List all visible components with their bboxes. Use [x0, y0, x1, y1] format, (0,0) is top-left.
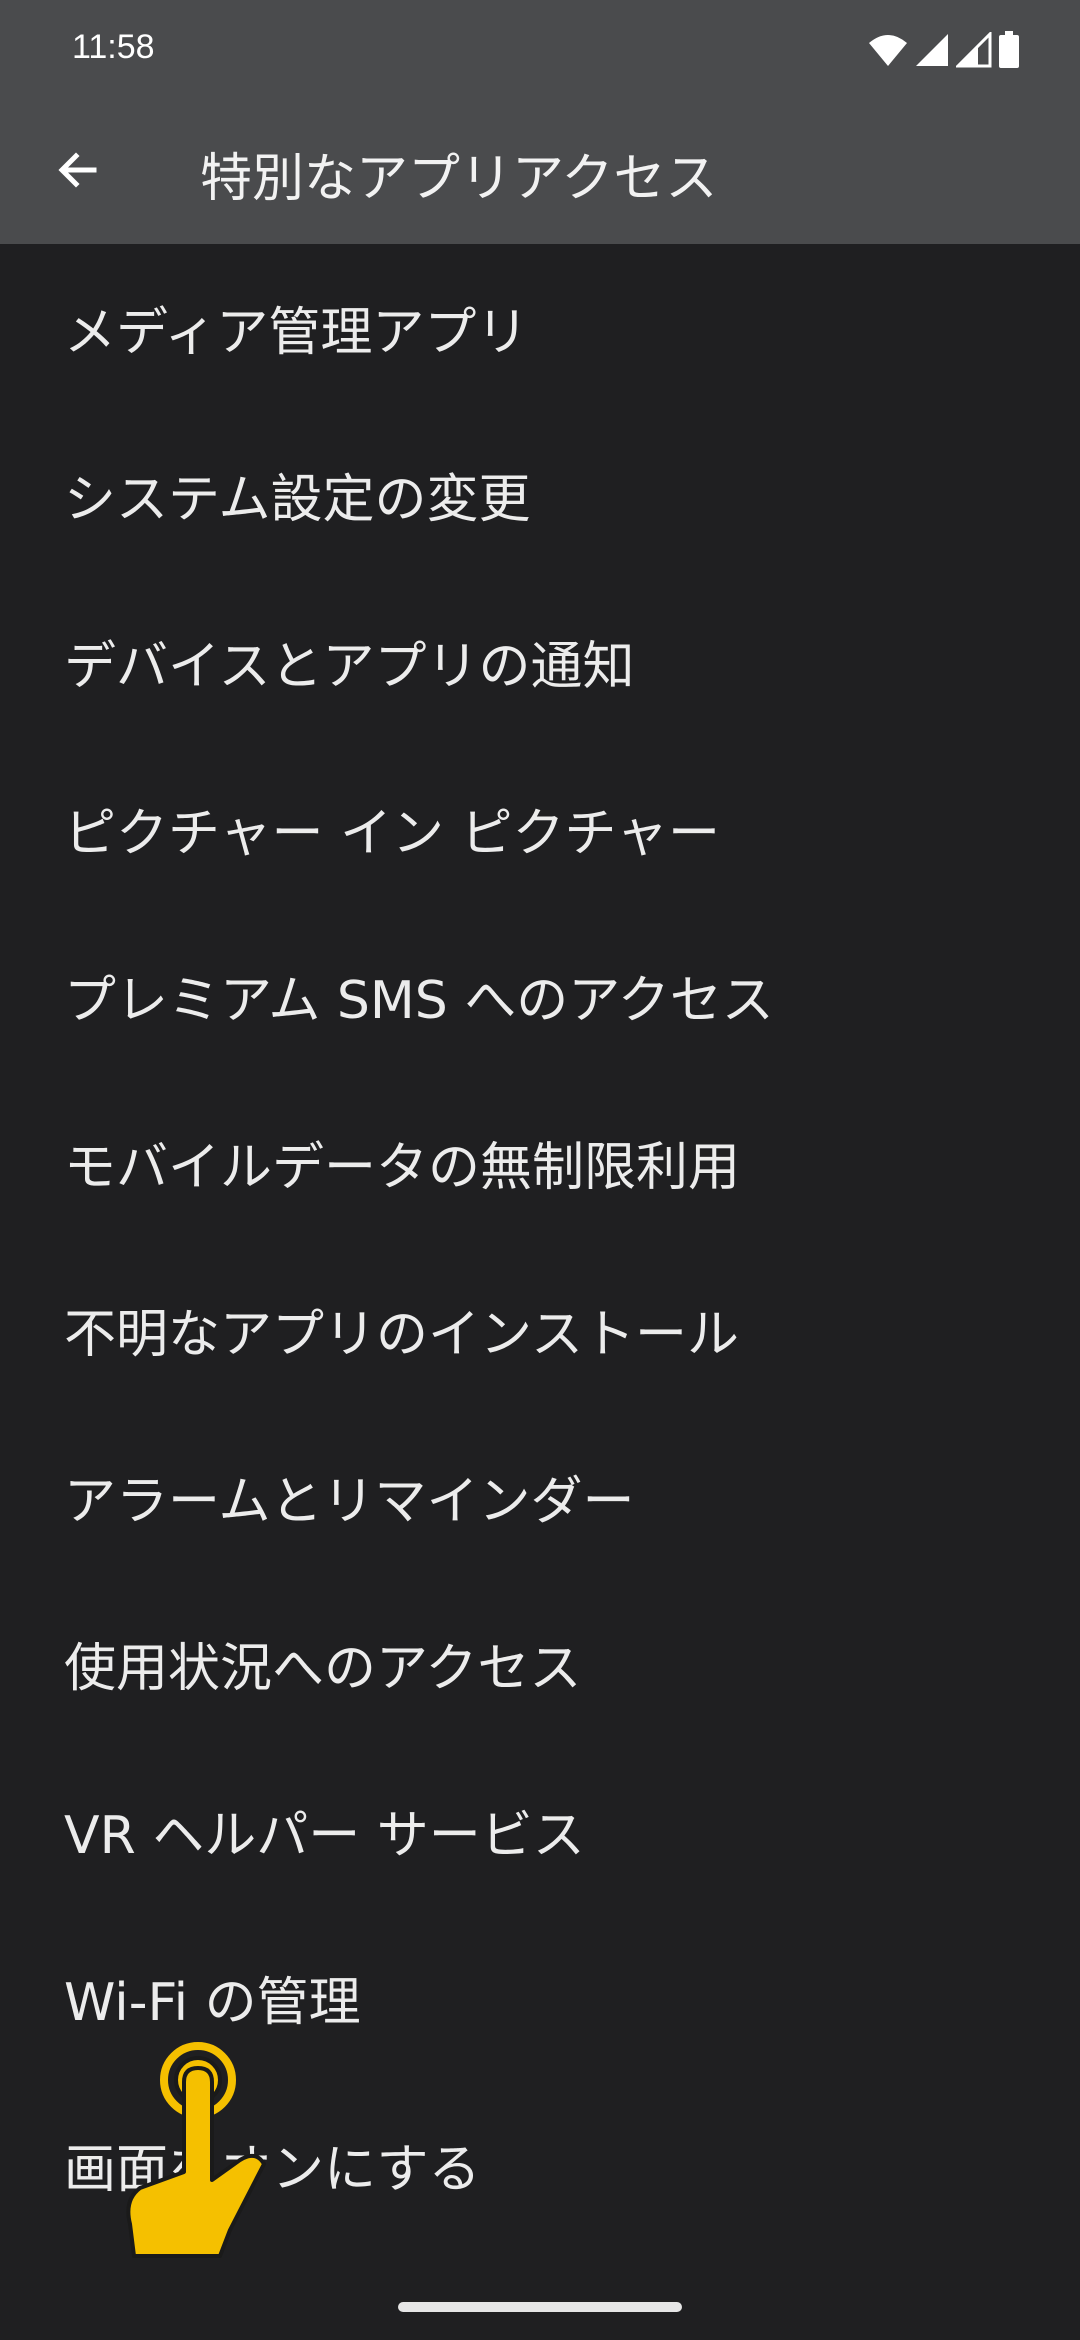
back-button[interactable]	[30, 124, 126, 220]
status-bar: 11:58	[0, 0, 1080, 100]
list-item-label: システム設定の変更	[64, 470, 531, 530]
list-item-unrestricted-data[interactable]: モバイルデータの無制限利用	[0, 1079, 1080, 1246]
list-item-usage-access[interactable]: 使用状況へのアクセス	[0, 1580, 1080, 1747]
list-item-label: アラームとリマインダー	[64, 1472, 635, 1532]
signal-partial-icon	[956, 32, 992, 68]
status-icons	[868, 30, 1020, 70]
list-item-label: VR ヘルパー サービス	[64, 1806, 585, 1866]
app-bar: 特別なアプリアクセス	[0, 100, 1080, 244]
list-item-label: プレミアム SMS へのアクセス	[64, 971, 774, 1031]
list-item-label: デバイスとアプリの通知	[64, 637, 635, 697]
list-item-label: 使用状況へのアクセス	[64, 1639, 582, 1699]
page-title: 特別なアプリアクセス	[200, 149, 718, 209]
battery-icon	[998, 31, 1020, 69]
settings-screen: 11:58 特別なアプリアクセス メディア管理アプリ システム設定の変更 デバイ…	[0, 0, 1080, 2340]
list-item-vr-helper[interactable]: VR ヘルパー サービス	[0, 1747, 1080, 1914]
list-item-label: ピクチャー イン ピクチャー	[64, 804, 721, 864]
list-item-premium-sms[interactable]: プレミアム SMS へのアクセス	[0, 912, 1080, 1079]
signal-full-icon	[914, 32, 950, 68]
pointing-hand-icon	[120, 2040, 280, 2270]
navigation-handle[interactable]	[398, 2302, 682, 2312]
arrow-left-icon	[54, 146, 102, 198]
list-item-install-unknown-apps[interactable]: 不明なアプリのインストール	[0, 1246, 1080, 1413]
list-item-modify-system-settings[interactable]: システム設定の変更	[0, 411, 1080, 578]
status-time: 11:58	[72, 28, 155, 66]
list-item-media-management[interactable]: メディア管理アプリ	[0, 244, 1080, 411]
wifi-icon	[868, 33, 908, 67]
list-item-label: メディア管理アプリ	[64, 303, 529, 363]
special-app-access-list: メディア管理アプリ システム設定の変更 デバイスとアプリの通知 ピクチャー イン…	[0, 244, 1080, 2248]
list-item-device-app-notifications[interactable]: デバイスとアプリの通知	[0, 578, 1080, 745]
list-item-alarms-reminders[interactable]: アラームとリマインダー	[0, 1413, 1080, 1580]
list-item-picture-in-picture[interactable]: ピクチャー イン ピクチャー	[0, 745, 1080, 912]
list-item-label: 不明なアプリのインストール	[64, 1305, 739, 1365]
list-item-label: モバイルデータの無制限利用	[64, 1138, 741, 1198]
list-item-label: Wi-Fi の管理	[64, 1973, 361, 2033]
